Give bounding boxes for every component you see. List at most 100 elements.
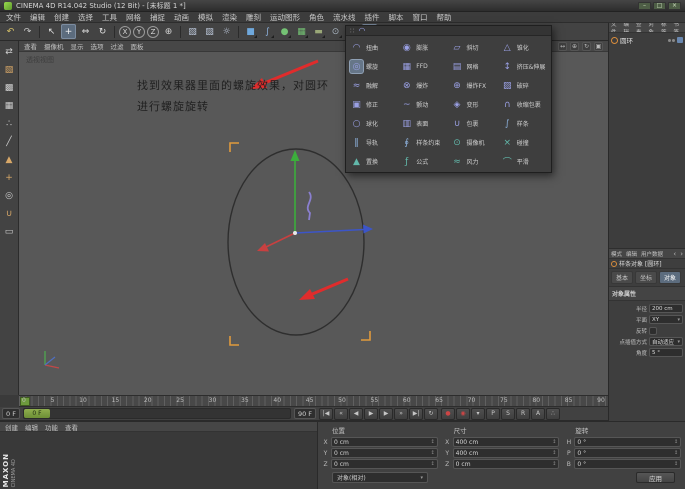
viewport-solo-button[interactable]: ◎ bbox=[2, 189, 16, 203]
attribute-value-field[interactable]: 5 °▾ bbox=[649, 348, 683, 357]
record-rotation-toggle[interactable]: R bbox=[516, 407, 531, 420]
deformer-squash-stretch[interactable]: ↕ 挤压&伸展 bbox=[499, 57, 549, 76]
enable-snap-button[interactable]: ∪ bbox=[2, 207, 16, 221]
deformer-shrink-wrap[interactable]: ∩ 收缩包裹 bbox=[499, 95, 549, 114]
spinner-icon[interactable]: ↕ bbox=[552, 450, 556, 456]
menubar-item[interactable]: 模拟 bbox=[198, 12, 213, 23]
goto-start-button[interactable]: |◀ bbox=[319, 407, 334, 420]
record-position-toggle[interactable]: P bbox=[486, 407, 501, 420]
menubar-item[interactable]: 编辑 bbox=[30, 12, 45, 23]
spinner-icon[interactable]: ↕ bbox=[430, 450, 434, 456]
deformer-correction[interactable]: ▣ 修正 bbox=[348, 95, 398, 114]
menubar-item[interactable]: 创建 bbox=[54, 12, 69, 23]
render-picture-viewer-button[interactable]: ▨ bbox=[202, 24, 217, 39]
edges-mode-button[interactable]: ╱ bbox=[2, 135, 16, 149]
attribute-row[interactable]: 点插值方式 自动适应 ▾ bbox=[611, 336, 683, 347]
menubar-item[interactable]: 脚本 bbox=[389, 12, 404, 23]
spline-tag-icon[interactable] bbox=[677, 37, 683, 43]
next-key-button[interactable]: » bbox=[394, 407, 409, 420]
deformer-camera[interactable]: ⊙ 摄像机 bbox=[449, 133, 499, 152]
deformer-smoothing[interactable]: ⌒ 平滑 bbox=[499, 152, 549, 171]
maximize-button[interactable]: □ bbox=[653, 1, 666, 10]
workplane-lock-button[interactable]: ▭ bbox=[2, 225, 16, 239]
object-manager-menu-item[interactable]: 对象 bbox=[649, 23, 659, 32]
coordinate-input[interactable]: 0 cm ↕ bbox=[452, 459, 560, 469]
deformer-explosion-fx[interactable]: ⊕ 爆炸FX bbox=[449, 76, 499, 95]
end-frame-field[interactable]: 90 F bbox=[293, 408, 317, 419]
object-manager-menu-item[interactable]: 文件 bbox=[611, 23, 621, 32]
attribute-tab[interactable]: 坐标 bbox=[635, 271, 658, 284]
play-button[interactable]: ▶ bbox=[364, 407, 379, 420]
timeline-slider-handle[interactable]: 0 F bbox=[23, 409, 50, 418]
attribute-value-field[interactable]: 自动适应 ▾ bbox=[649, 337, 683, 346]
texture-mode-button[interactable]: ▩ bbox=[2, 81, 16, 95]
spinner-icon[interactable]: ↕ bbox=[430, 461, 434, 467]
prev-frame-button[interactable]: ◀ bbox=[349, 407, 364, 420]
menubar-item[interactable]: 网格 bbox=[126, 12, 141, 23]
spinner-icon[interactable]: ↕ bbox=[674, 461, 678, 467]
deformer-spline[interactable]: ∫ 样条 bbox=[499, 114, 549, 133]
add-floor-menu[interactable]: ▬ bbox=[311, 24, 326, 39]
viewport-menu-item[interactable]: 选项 bbox=[91, 41, 104, 51]
deformer-morph[interactable]: ◈ 变形 bbox=[449, 95, 499, 114]
render-settings-button[interactable]: ☼ bbox=[219, 24, 234, 39]
menubar-item[interactable]: 角色 bbox=[309, 12, 324, 23]
menubar-item[interactable]: 文件 bbox=[6, 12, 21, 23]
deformer-twist[interactable]: ◎ 螺旋 bbox=[348, 57, 398, 76]
viewport-menu-item[interactable]: 过滤 bbox=[111, 41, 124, 51]
add-spline-menu[interactable]: ∫ bbox=[260, 24, 275, 39]
spinner-icon[interactable]: ↕ bbox=[430, 439, 434, 445]
timeline-ruler[interactable]: 0 5 10 15 20 25 30 35 40 45 50 55 60 65 70 75 80 85 90 bbox=[19, 395, 608, 407]
close-button[interactable]: × bbox=[668, 1, 681, 10]
loop-button[interactable]: ↻ bbox=[424, 407, 439, 420]
coordinate-input[interactable]: 0 ° ↕ bbox=[574, 448, 682, 458]
deformer-explosion[interactable]: ⊗ 爆炸 bbox=[398, 76, 448, 95]
attribute-menu-item[interactable]: 用户数据 bbox=[641, 250, 663, 258]
rotate-view-icon[interactable]: ↻ bbox=[582, 41, 591, 51]
menubar-item[interactable]: 运动图形 bbox=[270, 12, 300, 23]
move-tool[interactable]: + bbox=[61, 24, 76, 39]
viewport-menu-item[interactable]: 面板 bbox=[131, 41, 144, 51]
viewport-menu-item[interactable]: 摄像机 bbox=[44, 41, 64, 51]
start-frame-field[interactable]: 0 F bbox=[2, 408, 20, 419]
deformer-shatter[interactable]: ▨ 破碎 bbox=[499, 76, 549, 95]
history-back-icon[interactable]: ‹ bbox=[673, 250, 676, 258]
apply-button[interactable]: 应用 bbox=[636, 472, 675, 483]
deformer-collision[interactable]: × 碰撞 bbox=[499, 133, 549, 152]
polygons-mode-button[interactable]: ▲ bbox=[2, 153, 16, 167]
pan-view-icon[interactable]: ↔ bbox=[558, 41, 567, 51]
deformer-jiggle[interactable]: ~ 颤动 bbox=[398, 95, 448, 114]
deformer-bulge[interactable]: ◉ 膨胀 bbox=[398, 38, 448, 57]
deformer-formula[interactable]: ƒ 公式 bbox=[398, 152, 448, 171]
enable-axis-button[interactable]: + bbox=[2, 171, 16, 185]
deformer-mesh[interactable]: ▤ 网格 bbox=[449, 57, 499, 76]
viewport-menu-item[interactable]: 显示 bbox=[71, 41, 84, 51]
attribute-row[interactable]: 反转 ▾ bbox=[611, 325, 683, 336]
make-editable-button[interactable]: ⇄ bbox=[2, 45, 16, 59]
undo-button[interactable]: ↶ bbox=[3, 24, 18, 39]
record-scale-toggle[interactable]: S bbox=[501, 407, 516, 420]
visibility-dots[interactable] bbox=[668, 38, 675, 42]
material-menu-item[interactable]: 功能 bbox=[45, 422, 58, 432]
menubar-item[interactable]: 帮助 bbox=[437, 12, 452, 23]
model-mode-button[interactable]: ▧ bbox=[2, 63, 16, 77]
menubar-item[interactable]: 插件 bbox=[365, 12, 380, 23]
add-camera-menu[interactable]: ⊙ bbox=[328, 24, 343, 39]
deformer-spherify[interactable]: ○ 球化 bbox=[348, 114, 398, 133]
deformer-wrap[interactable]: ∪ 包裹 bbox=[449, 114, 499, 133]
deformer-displacer[interactable]: ▲ 置换 bbox=[348, 152, 398, 171]
spinner-icon[interactable]: ↕ bbox=[674, 450, 678, 456]
deformer-ffd[interactable]: ▦ FFD bbox=[398, 57, 448, 76]
coordinate-input[interactable]: 0 cm ↕ bbox=[331, 437, 438, 447]
history-forward-icon[interactable]: › bbox=[680, 250, 683, 258]
prev-key-button[interactable]: « bbox=[334, 407, 349, 420]
coordinate-input[interactable]: 400 cm ↕ bbox=[452, 437, 560, 447]
palette-grip-icon[interactable]: ∷ bbox=[350, 27, 354, 35]
lock-x-axis[interactable]: X bbox=[119, 25, 131, 38]
coordinate-input[interactable]: 0 ° ↕ bbox=[574, 437, 682, 447]
attribute-row[interactable]: 半径 200 cm▾ bbox=[611, 303, 683, 314]
attribute-value-field[interactable]: ▾ bbox=[649, 326, 657, 335]
live-selection-tool[interactable]: ↖ bbox=[44, 24, 59, 39]
coordinate-mode-dropdown[interactable]: 对象(相对) ▾ bbox=[332, 472, 428, 483]
attribute-menu-item[interactable]: 编辑 bbox=[626, 250, 637, 258]
